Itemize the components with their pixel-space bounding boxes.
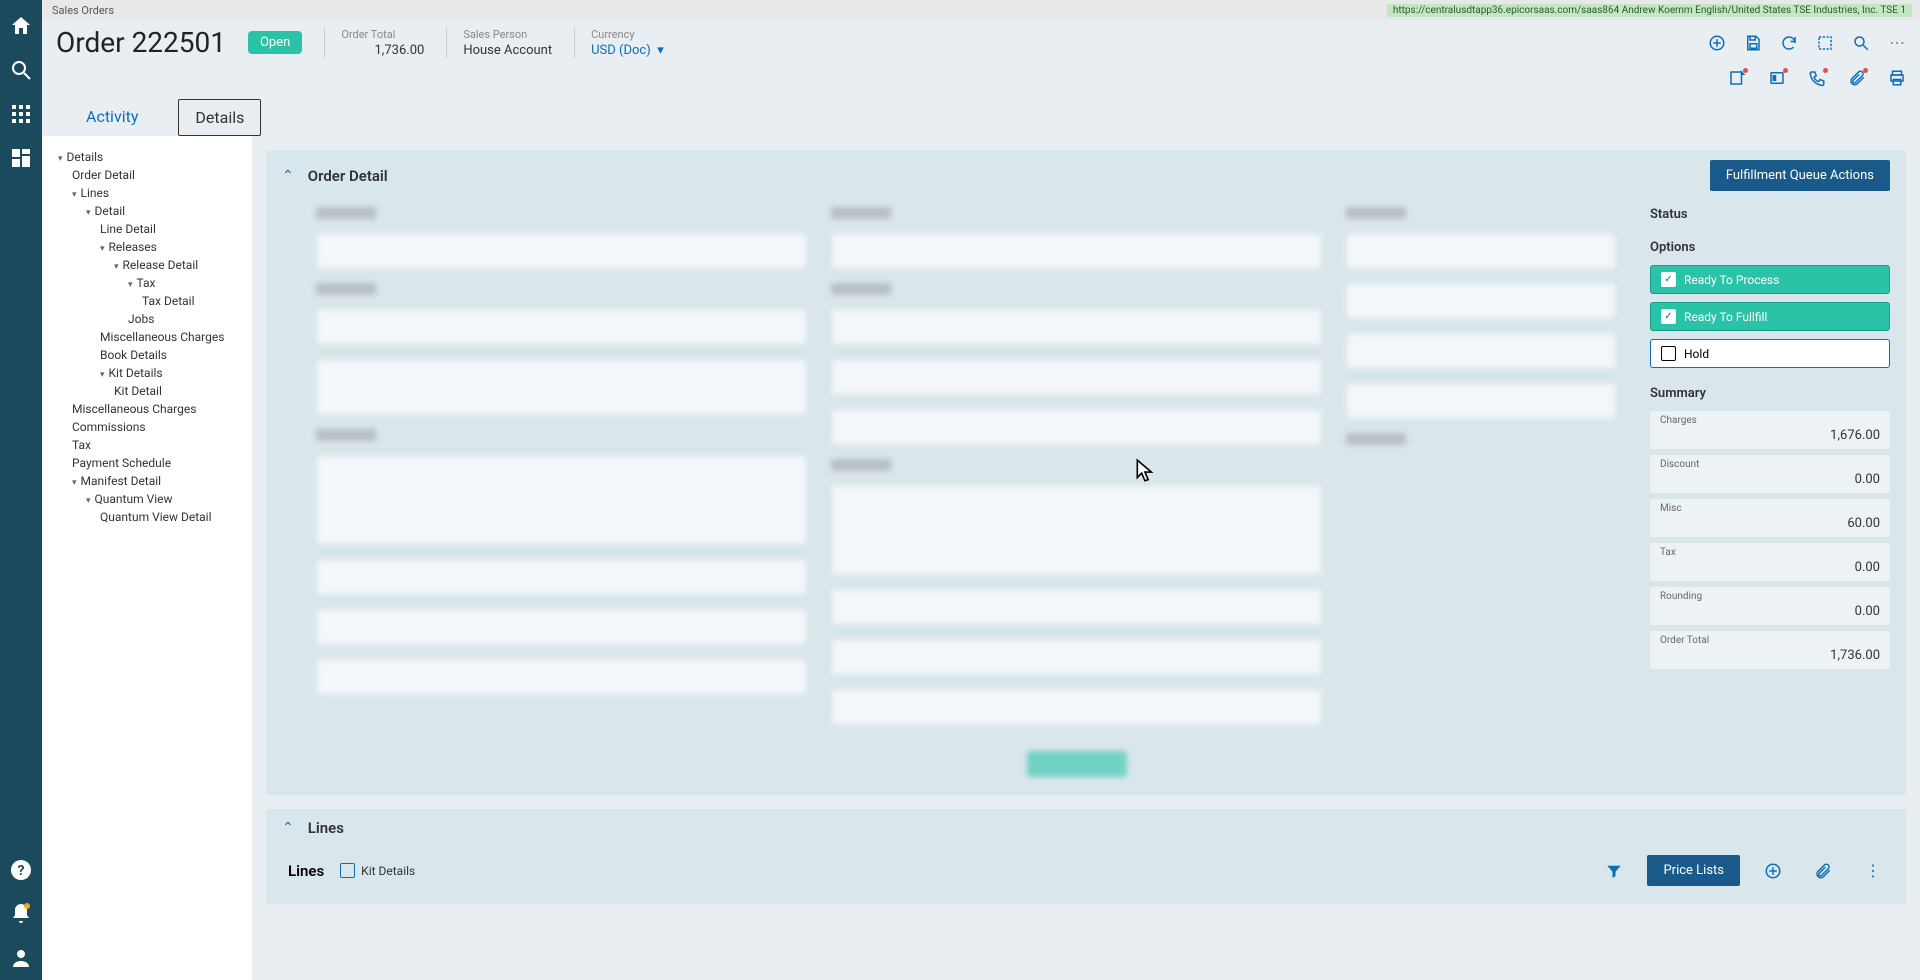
tree-node[interactable]: Order Detail bbox=[48, 166, 246, 184]
ready-to-process-checkbox[interactable]: ✓Ready To Process bbox=[1650, 265, 1890, 294]
tree-node[interactable]: Miscellaneous Charges bbox=[48, 400, 246, 418]
status-heading: Status bbox=[1650, 207, 1890, 222]
fulfillment-queue-actions-button[interactable]: Fulfillment Queue Actions bbox=[1710, 160, 1890, 191]
tab-bar: Activity Details bbox=[56, 87, 1906, 136]
ready-to-fulfill-checkbox[interactable]: ✓Ready To Fullfill bbox=[1650, 302, 1890, 331]
details-tree[interactable]: DetailsOrder DetailLinesDetailLine Detai… bbox=[42, 136, 252, 980]
more-line-icon[interactable]: ⋮ bbox=[1864, 862, 1882, 880]
help-icon[interactable]: ? bbox=[9, 858, 33, 882]
order-col-1 bbox=[316, 207, 807, 777]
summary-row: Misc60.00 bbox=[1650, 499, 1890, 537]
tree-node[interactable]: Quantum View bbox=[48, 490, 246, 508]
left-nav-rail: ? bbox=[0, 0, 42, 980]
dashboard-icon[interactable] bbox=[9, 146, 33, 170]
hold-checkbox[interactable]: Hold bbox=[1650, 339, 1890, 368]
main-area: Order 222501 Open Order Total 1,736.00 S… bbox=[42, 20, 1920, 980]
search-icon[interactable] bbox=[1852, 34, 1870, 52]
detail-panel: ⌃ Order Detail Fulfillment Queue Actions bbox=[252, 136, 1920, 980]
attach-line-icon[interactable] bbox=[1814, 862, 1832, 880]
card-title: Order Detail bbox=[308, 167, 388, 185]
page-header: Order 222501 Open Order Total 1,736.00 S… bbox=[42, 20, 1920, 136]
header-order-total: Order Total 1,736.00 bbox=[324, 28, 424, 58]
status-column: Status Options ✓Ready To Process ✓Ready … bbox=[1640, 207, 1890, 777]
tree-node[interactable]: Lines bbox=[48, 184, 246, 202]
summary-row: Tax0.00 bbox=[1650, 543, 1890, 581]
header-currency[interactable]: Currency USD (Doc) ▾ bbox=[574, 28, 674, 58]
tree-node[interactable]: Tax bbox=[48, 274, 246, 292]
home-icon[interactable] bbox=[9, 14, 33, 38]
svg-text:?: ? bbox=[18, 863, 25, 879]
page-title: Order 222501 bbox=[56, 26, 226, 59]
note-icon[interactable] bbox=[1728, 69, 1746, 87]
memo-icon[interactable] bbox=[1768, 69, 1786, 87]
lines-card-title: Lines bbox=[308, 819, 344, 837]
environment-info: https://centralusdtapp36.epicorsaas.com/… bbox=[1387, 4, 1912, 17]
tree-node[interactable]: Miscellaneous Charges bbox=[48, 328, 246, 346]
lines-card: ⌃ Lines Lines Kit Details Price Lists ⋮ bbox=[266, 809, 1906, 904]
tree-node[interactable]: Quantum View Detail bbox=[48, 508, 246, 526]
summary-row: Order Total1,736.00 bbox=[1650, 631, 1890, 669]
tree-node[interactable]: Kit Details bbox=[48, 364, 246, 382]
tree-node[interactable]: Commissions bbox=[48, 418, 246, 436]
summary-row: Charges1,676.00 bbox=[1650, 411, 1890, 449]
tree-node[interactable]: Tax Detail bbox=[48, 292, 246, 310]
overflow-icon[interactable]: ⋯ bbox=[1888, 34, 1906, 52]
call-icon[interactable] bbox=[1808, 69, 1826, 87]
print-icon[interactable] bbox=[1888, 69, 1906, 87]
tree-node[interactable]: Jobs bbox=[48, 310, 246, 328]
attachment-icon[interactable] bbox=[1848, 69, 1866, 87]
tree-node[interactable]: Book Details bbox=[48, 346, 246, 364]
summary-heading: Summary bbox=[1650, 386, 1890, 401]
tree-node[interactable]: Tax bbox=[48, 436, 246, 454]
add-icon[interactable] bbox=[1708, 34, 1726, 52]
select-icon[interactable] bbox=[1816, 34, 1834, 52]
collapse-icon[interactable]: ⌃ bbox=[282, 168, 294, 184]
tab-activity[interactable]: Activity bbox=[70, 99, 154, 136]
options-heading: Options bbox=[1650, 240, 1890, 255]
tree-node[interactable]: Kit Detail bbox=[48, 382, 246, 400]
summary-row: Discount0.00 bbox=[1650, 455, 1890, 493]
lines-subtitle: Lines bbox=[288, 862, 324, 880]
tree-node[interactable]: Payment Schedule bbox=[48, 454, 246, 472]
apps-icon[interactable] bbox=[9, 102, 33, 126]
price-lists-button[interactable]: Price Lists bbox=[1647, 855, 1740, 886]
collapse-icon[interactable]: ⌃ bbox=[282, 820, 294, 836]
status-chip: Open bbox=[248, 31, 302, 54]
filter-icon[interactable] bbox=[1605, 862, 1623, 880]
top-bar: Sales Orders https://centralusdtapp36.ep… bbox=[0, 0, 1920, 20]
tab-details[interactable]: Details bbox=[178, 99, 261, 136]
header-sales-person: Sales Person House Account bbox=[446, 28, 552, 58]
tree-node[interactable]: Line Detail bbox=[48, 220, 246, 238]
search-icon[interactable] bbox=[9, 58, 33, 82]
tree-node[interactable]: Manifest Detail bbox=[48, 472, 246, 490]
order-col-3 bbox=[1346, 207, 1616, 777]
tree-node[interactable]: Detail bbox=[48, 202, 246, 220]
add-line-icon[interactable] bbox=[1764, 862, 1782, 880]
tree-node[interactable]: Details bbox=[48, 148, 246, 166]
bell-icon[interactable] bbox=[9, 902, 33, 926]
tree-node[interactable]: Releases bbox=[48, 238, 246, 256]
save-icon[interactable] bbox=[1744, 34, 1762, 52]
order-detail-card: ⌃ Order Detail Fulfillment Queue Actions bbox=[266, 150, 1906, 795]
summary-row: Rounding0.00 bbox=[1650, 587, 1890, 625]
tree-node[interactable]: Release Detail bbox=[48, 256, 246, 274]
refresh-icon[interactable] bbox=[1780, 34, 1798, 52]
order-col-2 bbox=[831, 207, 1322, 777]
user-icon[interactable] bbox=[9, 946, 33, 970]
kit-details-checkbox[interactable]: Kit Details bbox=[340, 863, 415, 878]
